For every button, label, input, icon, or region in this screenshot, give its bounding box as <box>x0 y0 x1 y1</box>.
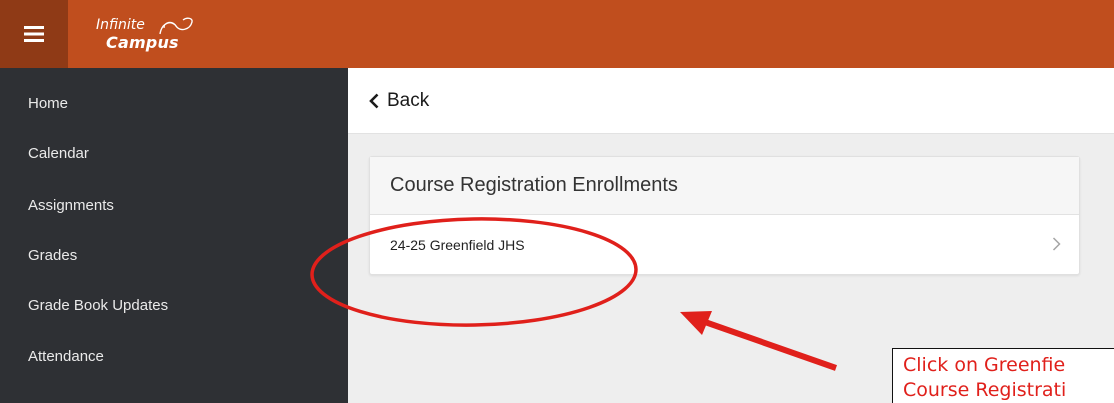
back-label: Back <box>387 89 430 111</box>
pointer-arrow-shaft <box>704 319 837 371</box>
sidebar-item-label: Assignments <box>28 196 114 214</box>
instruction-callout: Click on Greenfie Course Registrati <box>892 348 1114 403</box>
course-registration-card: Course Registration Enrollments 24-25 Gr… <box>369 156 1080 275</box>
menu-button[interactable] <box>0 0 68 68</box>
pointer-arrow-head <box>680 311 712 335</box>
sidebar-item-grades[interactable]: Grades <box>0 230 348 280</box>
sidebar-item-calendar[interactable]: Calendar <box>0 128 348 178</box>
back-button[interactable]: Back <box>348 68 1114 134</box>
sidebar-item-label: Grades <box>28 246 78 264</box>
infinite-campus-logo[interactable]: Infinite Campus <box>96 14 206 60</box>
callout-line-1: Click on Greenfie <box>903 354 1066 376</box>
sidebar-item-label: Grade Book Updates <box>28 296 169 314</box>
top-bar: Infinite Campus <box>0 0 1114 68</box>
hamburger-menu-icon <box>24 26 44 42</box>
sidebar-item-grade-book-updates[interactable]: Grade Book Updates <box>0 280 348 330</box>
card-header: Course Registration Enrollments <box>370 157 1079 215</box>
enrollment-row-label: 24-25 Greenfield JHS <box>390 236 525 253</box>
sidebar-item-label: Attendance <box>28 347 104 365</box>
logo-text-infinite: Infinite <box>96 17 145 33</box>
sidebar-item-label: Calendar <box>28 144 89 162</box>
card-title: Course Registration Enrollments <box>390 174 678 196</box>
sidebar-item-assignments[interactable]: Assignments <box>0 180 348 230</box>
sidebar-item-label: Home <box>28 94 69 112</box>
sidebar: Home Calendar Assignments Grades Grade B… <box>0 68 348 403</box>
infinity-swoosh-icon <box>159 17 193 35</box>
enrollment-row-greenfield-jhs[interactable]: 24-25 Greenfield JHS <box>370 215 1079 274</box>
callout-line-2: Course Registrati <box>903 379 1067 401</box>
sidebar-item-home[interactable]: Home <box>0 78 348 128</box>
sidebar-item-attendance[interactable]: Attendance <box>0 331 348 381</box>
chevron-right-icon <box>1052 237 1061 251</box>
chevron-left-icon <box>369 93 379 108</box>
